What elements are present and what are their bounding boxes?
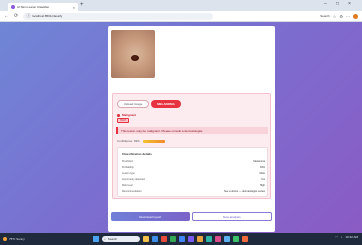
taskbar-apps	[143, 236, 248, 242]
address-url: localhost:8501/classify	[32, 14, 63, 18]
detail-value: Yes	[260, 178, 265, 181]
confidence-bar	[142, 139, 165, 143]
close-tab-icon[interactable]: ×	[73, 5, 75, 10]
detail-row: Risk level High	[122, 184, 265, 189]
result-card: Upload image MELANOMA Malignant HIGH Thi…	[108, 26, 275, 232]
app-icon[interactable]	[161, 236, 167, 242]
wifi-icon[interactable]: ◠	[335, 235, 338, 239]
warning-text: Malignant	[122, 113, 136, 117]
browser-toolbar: ← ⟳ ⓘ localhost:8501/classify Search ☆ ⚙…	[0, 11, 362, 22]
site-favicon-icon	[11, 5, 15, 9]
detail-value: 93%	[259, 166, 265, 169]
details-title: Classification details	[122, 152, 152, 156]
lesion-spot	[131, 55, 139, 61]
detail-label: Lesion type	[122, 172, 135, 175]
detail-row: Probability 93%	[122, 166, 265, 171]
toolbar-actions: Search ☆ ⚙ ⋯	[320, 13, 358, 19]
tab-title: AI Skin Lesion Classifier	[17, 5, 50, 9]
maximize-button[interactable]: □	[336, 1, 339, 7]
app-icon[interactable]	[188, 236, 194, 242]
app-icon[interactable]	[224, 236, 230, 242]
new-tab-button[interactable]: +	[80, 2, 84, 8]
detail-label: Asymmetry detected	[122, 178, 145, 181]
info-icon: ⓘ	[26, 13, 31, 18]
page-viewport: Upload image MELANOMA Malignant HIGH Thi…	[0, 22, 362, 233]
detail-label: Risk level	[122, 184, 133, 187]
detail-row: Recommendation See a doctor — dermatolog…	[122, 190, 265, 195]
close-window-button[interactable]: ×	[348, 1, 351, 7]
detail-value: High	[259, 184, 265, 187]
app-icon[interactable]	[170, 236, 176, 242]
detail-label: Recommendation	[122, 190, 142, 193]
search-label[interactable]: Search	[320, 14, 330, 18]
weather-widget[interactable]: 75°F Sunny	[3, 237, 25, 241]
result-panel: Upload image MELANOMA Malignant HIGH Thi…	[112, 93, 271, 199]
detail-value: Melanoma	[253, 160, 265, 163]
start-button[interactable]	[93, 236, 99, 242]
new-analysis-button[interactable]: New analysis	[191, 212, 272, 221]
detail-row: Prediction Melanoma	[122, 160, 265, 165]
windows-taskbar: 75°F Sunny ⌕ Search ◠ ♪ 10:42 AM	[0, 233, 362, 245]
sun-icon	[3, 237, 7, 241]
app-icon[interactable]	[197, 236, 203, 242]
chrome-icon[interactable]	[179, 236, 185, 242]
alert-dot-icon	[117, 113, 120, 117]
extensions-icon[interactable]: ⚙	[339, 14, 343, 19]
back-icon[interactable]: ←	[4, 13, 9, 19]
clock[interactable]: 10:42 AM	[345, 235, 358, 239]
profile-avatar[interactable]	[353, 13, 358, 19]
minimize-button[interactable]: –	[324, 1, 327, 7]
download-report-button[interactable]: Download report	[111, 212, 190, 221]
risk-chip: HIGH	[117, 118, 129, 123]
alert-message: This lesion may be malignant. Please con…	[116, 127, 268, 134]
taskbar-search[interactable]: ⌕ Search	[102, 236, 140, 242]
taskbar-search-label: Search	[107, 237, 118, 241]
app-icon[interactable]	[215, 236, 221, 242]
app-icon[interactable]	[233, 236, 239, 242]
diagnosis-badge: MELANOMA	[151, 100, 181, 108]
address-bar[interactable]: ⓘ localhost:8501/classify	[23, 12, 214, 20]
volume-icon[interactable]: ♪	[341, 235, 343, 239]
star-icon[interactable]: ☆	[333, 14, 337, 19]
search-icon: ⌕	[104, 237, 106, 241]
details-panel: Classification details Prediction Melano…	[117, 147, 268, 197]
system-tray: ◠ ♪ 10:42 AM	[335, 235, 358, 239]
browser-tab-strip: AI Skin Lesion Classifier × + – □ ×	[0, 0, 362, 11]
lesion-photo	[111, 30, 155, 78]
detail-row: Asymmetry detected Yes	[122, 178, 265, 183]
weather-text: 75°F Sunny	[9, 237, 25, 241]
detail-value: See a doctor — dermatologist review	[224, 190, 265, 193]
reload-icon[interactable]: ⟳	[14, 13, 18, 19]
confidence-line: Confidence: 93%	[117, 139, 165, 143]
browser-tab[interactable]: AI Skin Lesion Classifier ×	[8, 3, 78, 11]
detail-label: Probability	[122, 166, 134, 169]
detail-value: Mole	[259, 172, 265, 175]
upload-button[interactable]: Upload image	[117, 100, 149, 108]
detail-row: Lesion type Mole	[122, 172, 265, 177]
menu-icon[interactable]: ⋯	[346, 14, 350, 19]
edge-icon[interactable]	[152, 236, 158, 242]
confidence-label: Confidence: 93%	[117, 139, 140, 143]
app-icon[interactable]	[242, 236, 248, 242]
file-explorer-icon[interactable]	[143, 236, 149, 242]
app-icon[interactable]	[206, 236, 212, 242]
footer-buttons: Download report New analysis	[111, 212, 272, 221]
warning-line: Malignant	[117, 113, 136, 117]
detail-label: Prediction	[122, 160, 134, 163]
